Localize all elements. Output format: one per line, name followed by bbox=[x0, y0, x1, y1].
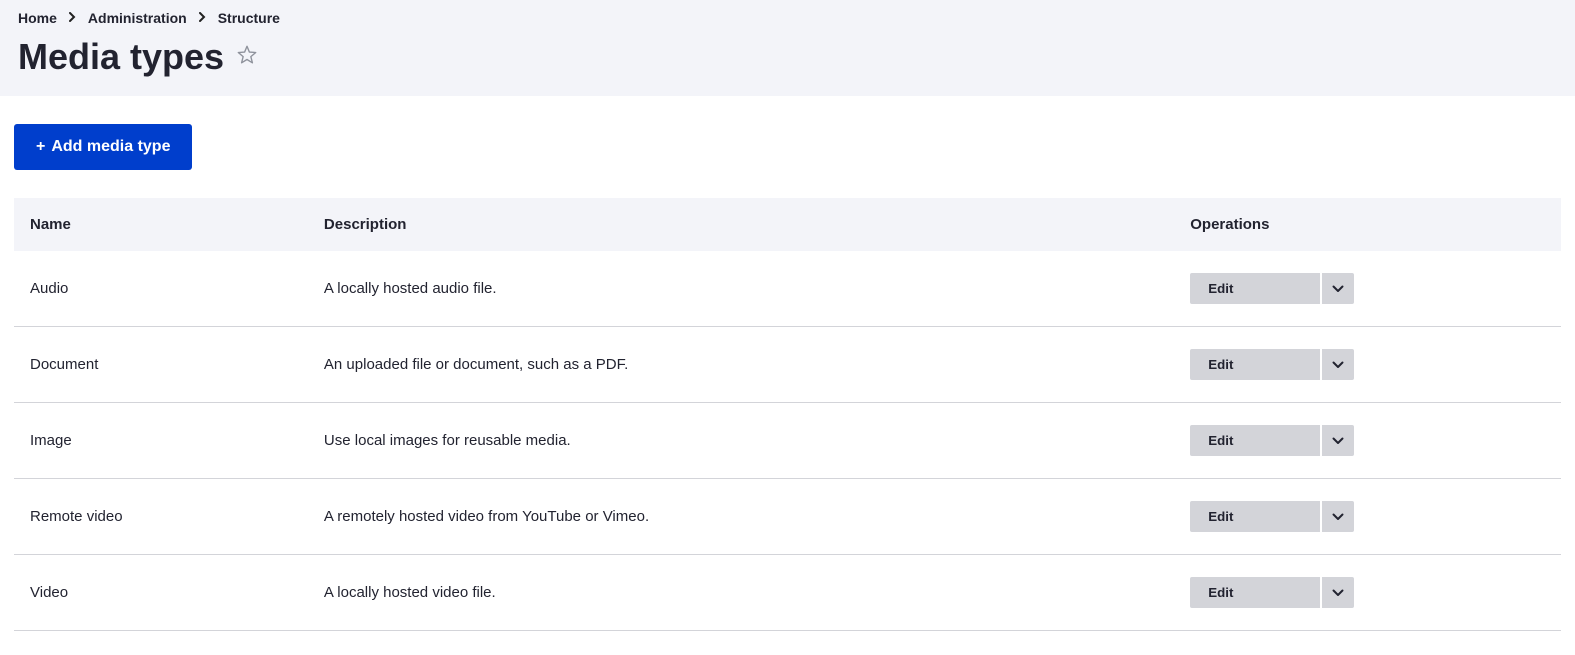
cell-name: Video bbox=[14, 555, 308, 631]
cell-operations: Edit bbox=[1174, 251, 1561, 327]
cell-description: Use local images for reusable media. bbox=[308, 403, 1174, 479]
breadcrumb-separator-icon bbox=[199, 11, 206, 25]
column-header-name: Name bbox=[14, 198, 308, 251]
dropbutton-toggle[interactable] bbox=[1320, 577, 1354, 608]
cell-operations: Edit bbox=[1174, 403, 1561, 479]
cell-description: A locally hosted audio file. bbox=[308, 251, 1174, 327]
cell-operations: Edit bbox=[1174, 555, 1561, 631]
breadcrumb-item-home[interactable]: Home bbox=[18, 10, 57, 26]
chevron-down-icon bbox=[1332, 281, 1344, 296]
edit-button[interactable]: Edit bbox=[1190, 273, 1320, 304]
breadcrumb-item-structure[interactable]: Structure bbox=[218, 10, 280, 26]
table-row: Audio A locally hosted audio file. Edit bbox=[14, 251, 1561, 327]
table-row: Document An uploaded file or document, s… bbox=[14, 327, 1561, 403]
dropbutton-toggle[interactable] bbox=[1320, 425, 1354, 456]
dropbutton-toggle[interactable] bbox=[1320, 501, 1354, 532]
operations-dropbutton: Edit bbox=[1190, 425, 1354, 456]
table-row: Image Use local images for reusable medi… bbox=[14, 403, 1561, 479]
cell-description: An uploaded file or document, such as a … bbox=[308, 327, 1174, 403]
edit-button[interactable]: Edit bbox=[1190, 577, 1320, 608]
add-button-label: Add media type bbox=[51, 138, 170, 156]
operations-dropbutton: Edit bbox=[1190, 577, 1354, 608]
cell-name: Audio bbox=[14, 251, 308, 327]
edit-button[interactable]: Edit bbox=[1190, 425, 1320, 456]
edit-button[interactable]: Edit bbox=[1190, 501, 1320, 532]
breadcrumb: Home Administration Structure bbox=[18, 10, 1557, 26]
chevron-down-icon bbox=[1332, 585, 1344, 600]
table-header-row: Name Description Operations bbox=[14, 198, 1561, 251]
page-title: Media types bbox=[18, 36, 224, 78]
chevron-down-icon bbox=[1332, 357, 1344, 372]
dropbutton-toggle[interactable] bbox=[1320, 273, 1354, 304]
cell-operations: Edit bbox=[1174, 327, 1561, 403]
cell-name: Document bbox=[14, 327, 308, 403]
plus-icon: + bbox=[36, 138, 45, 156]
chevron-down-icon bbox=[1332, 509, 1344, 524]
edit-button[interactable]: Edit bbox=[1190, 349, 1320, 380]
star-icon[interactable] bbox=[236, 44, 258, 71]
operations-dropbutton: Edit bbox=[1190, 273, 1354, 304]
page-title-row: Media types bbox=[18, 36, 1557, 78]
breadcrumb-item-administration[interactable]: Administration bbox=[88, 10, 187, 26]
cell-description: A remotely hosted video from YouTube or … bbox=[308, 479, 1174, 555]
cell-name: Remote video bbox=[14, 479, 308, 555]
cell-name: Image bbox=[14, 403, 308, 479]
breadcrumb-separator-icon bbox=[69, 11, 76, 25]
dropbutton-toggle[interactable] bbox=[1320, 349, 1354, 380]
chevron-down-icon bbox=[1332, 433, 1344, 448]
table-row: Remote video A remotely hosted video fro… bbox=[14, 479, 1561, 555]
cell-description: A locally hosted video file. bbox=[308, 555, 1174, 631]
content-region: + Add media type Name Description Operat… bbox=[0, 96, 1575, 645]
column-header-operations: Operations bbox=[1174, 198, 1561, 251]
operations-dropbutton: Edit bbox=[1190, 501, 1354, 532]
add-media-type-button[interactable]: + Add media type bbox=[14, 124, 192, 170]
table-row: Video A locally hosted video file. Edit bbox=[14, 555, 1561, 631]
header-region: Home Administration Structure Media type… bbox=[0, 0, 1575, 96]
column-header-description: Description bbox=[308, 198, 1174, 251]
media-types-table: Name Description Operations Audio A loca… bbox=[14, 198, 1561, 631]
cell-operations: Edit bbox=[1174, 479, 1561, 555]
operations-dropbutton: Edit bbox=[1190, 349, 1354, 380]
